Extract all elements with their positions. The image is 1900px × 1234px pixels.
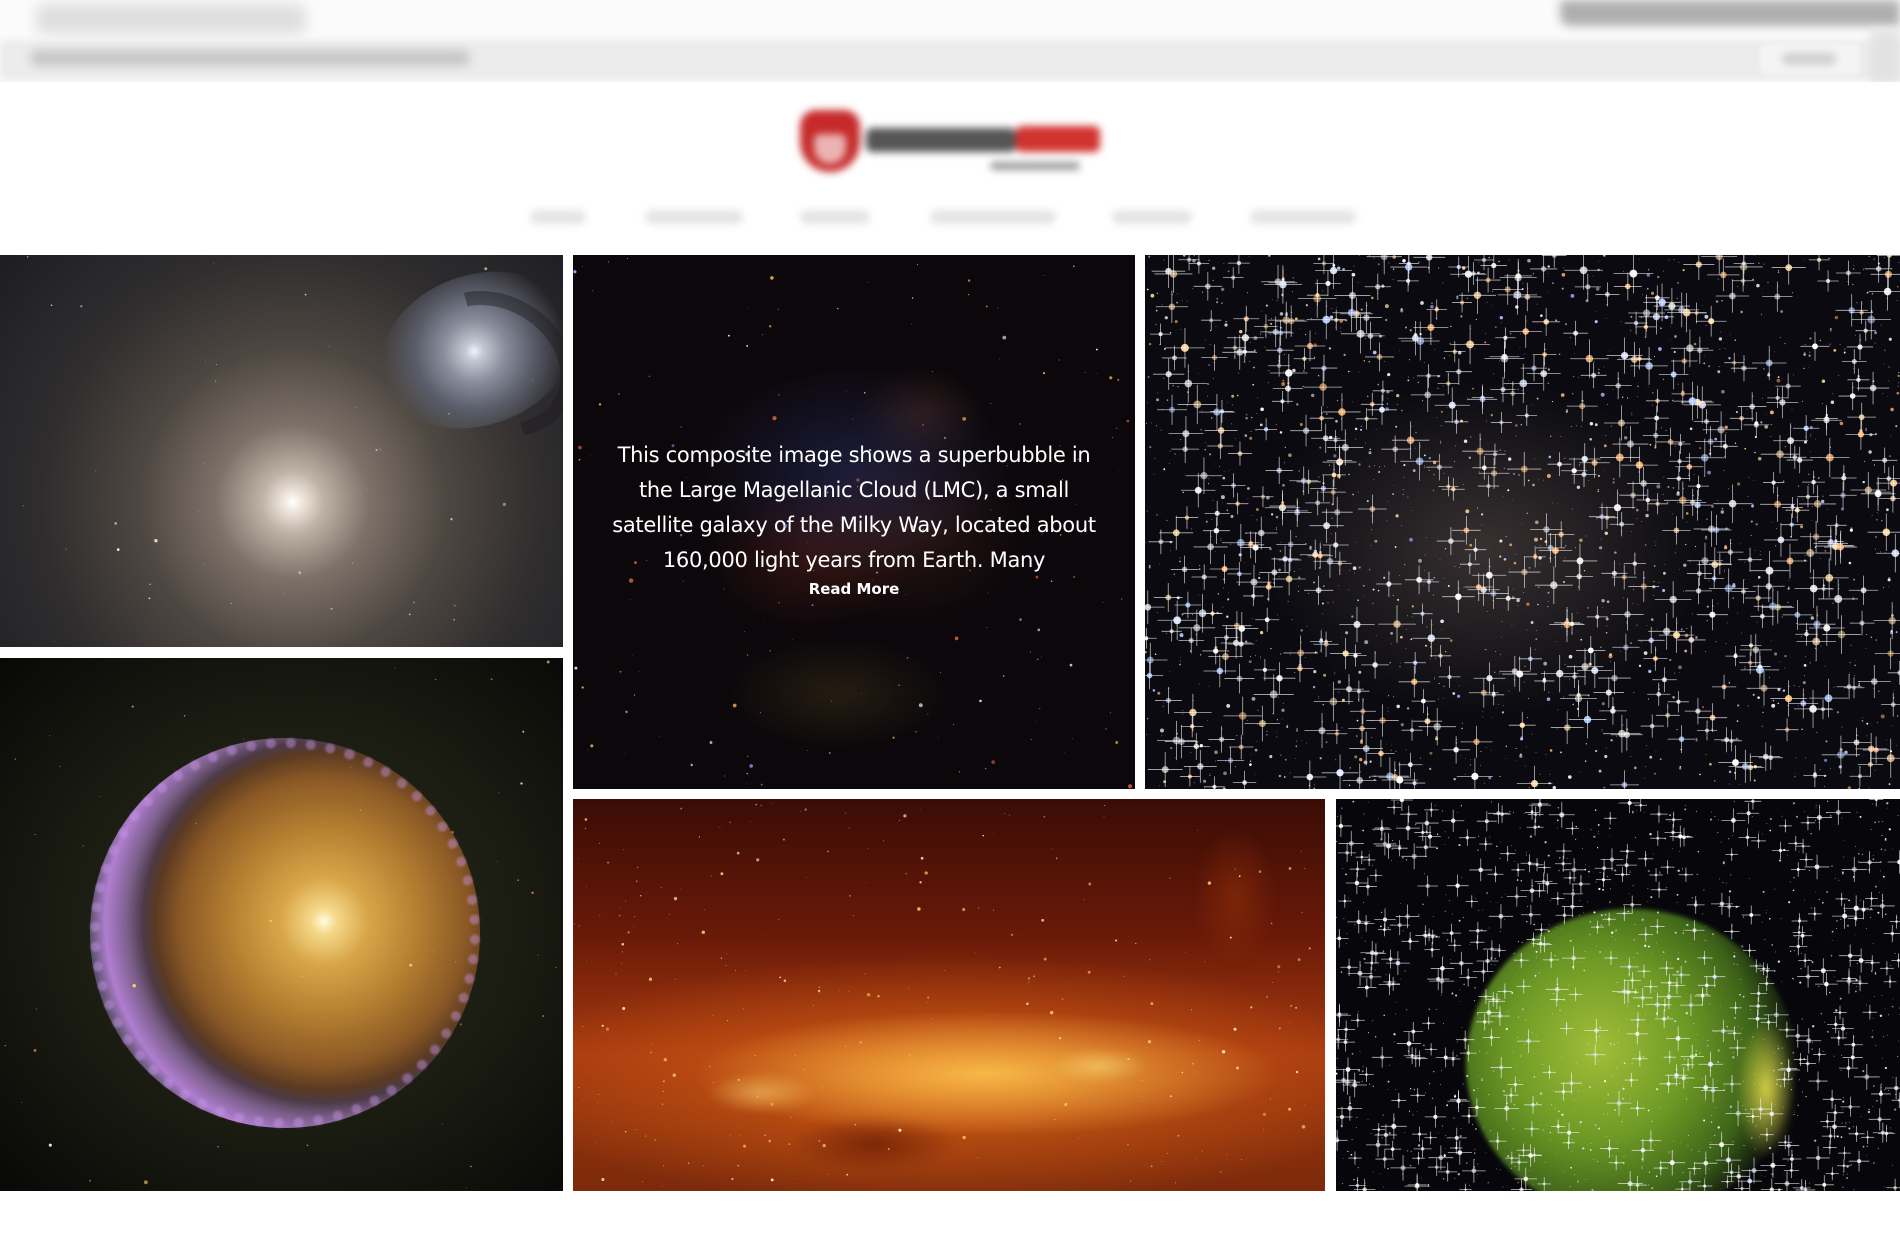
- shield-icon: [800, 110, 860, 172]
- blurred-scroll-edge: [1870, 30, 1900, 82]
- blurred-notice-button-label: [1782, 53, 1836, 65]
- nav-item-6[interactable]: [1250, 210, 1356, 224]
- image-caption: This composite image shows a superbubble…: [612, 443, 1096, 572]
- nav-item-4[interactable]: [930, 210, 1056, 224]
- logo-wordmark-accent: [1016, 126, 1100, 152]
- blurred-notice-text: [30, 50, 470, 66]
- globular-star-cluster-image[interactable]: [1145, 255, 1900, 789]
- blurred-title: [36, 4, 306, 34]
- blurred-account-area: [1560, 0, 1900, 26]
- main-nav: [0, 200, 1900, 236]
- green-supernova-remnant-image[interactable]: [1336, 799, 1900, 1191]
- logo-wordmark: [866, 128, 1016, 152]
- top-bar: [0, 0, 1900, 82]
- ring-spiral-galaxy-image[interactable]: [0, 658, 563, 1191]
- logo-tagline: [990, 162, 1080, 170]
- infrared-galactic-center-image[interactable]: [573, 799, 1325, 1191]
- site-logo[interactable]: [800, 100, 1100, 180]
- page-bottom: [0, 1191, 1900, 1234]
- nav-item-2[interactable]: [645, 210, 743, 224]
- elliptical-and-spiral-galaxy-image[interactable]: [0, 255, 563, 647]
- star-field: [1145, 255, 1900, 789]
- lmc-superbubble-image[interactable]: This composite image shows a superbubble…: [573, 255, 1135, 789]
- nav-item-3[interactable]: [800, 210, 870, 224]
- nav-item-5[interactable]: [1112, 210, 1192, 224]
- read-more-link[interactable]: Read More: [573, 580, 1135, 598]
- nav-item-1[interactable]: [530, 210, 586, 224]
